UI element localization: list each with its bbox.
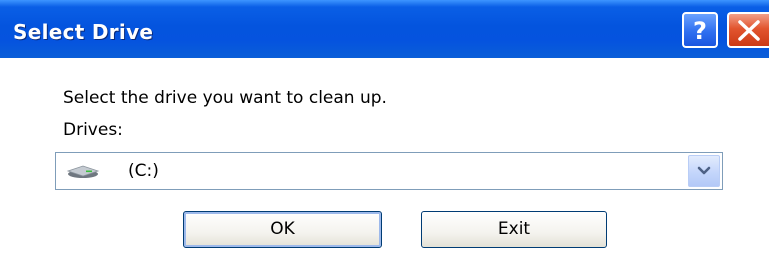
selected-drive-value: (C:) [128,161,159,181]
svg-text:?: ? [693,17,707,45]
help-button[interactable]: ? [682,12,718,48]
select-drive-dialog: Select Drive ? Select the drive you want… [0,0,769,279]
ok-button[interactable]: OK [183,211,382,248]
title-bar[interactable]: Select Drive ? [0,0,769,58]
hard-drive-icon [66,165,100,178]
close-x-icon [738,20,760,41]
dropdown-button[interactable] [688,155,720,187]
drives-label: Drives: [63,120,123,140]
question-mark-icon: ? [693,17,707,45]
chevron-down-icon [697,166,711,175]
exit-button[interactable]: Exit [421,211,607,248]
instruction-text: Select the drive you want to clean up. [63,88,387,108]
close-button[interactable] [727,12,769,48]
drive-select[interactable]: (C:) [55,152,723,190]
window-title: Select Drive [13,20,154,44]
